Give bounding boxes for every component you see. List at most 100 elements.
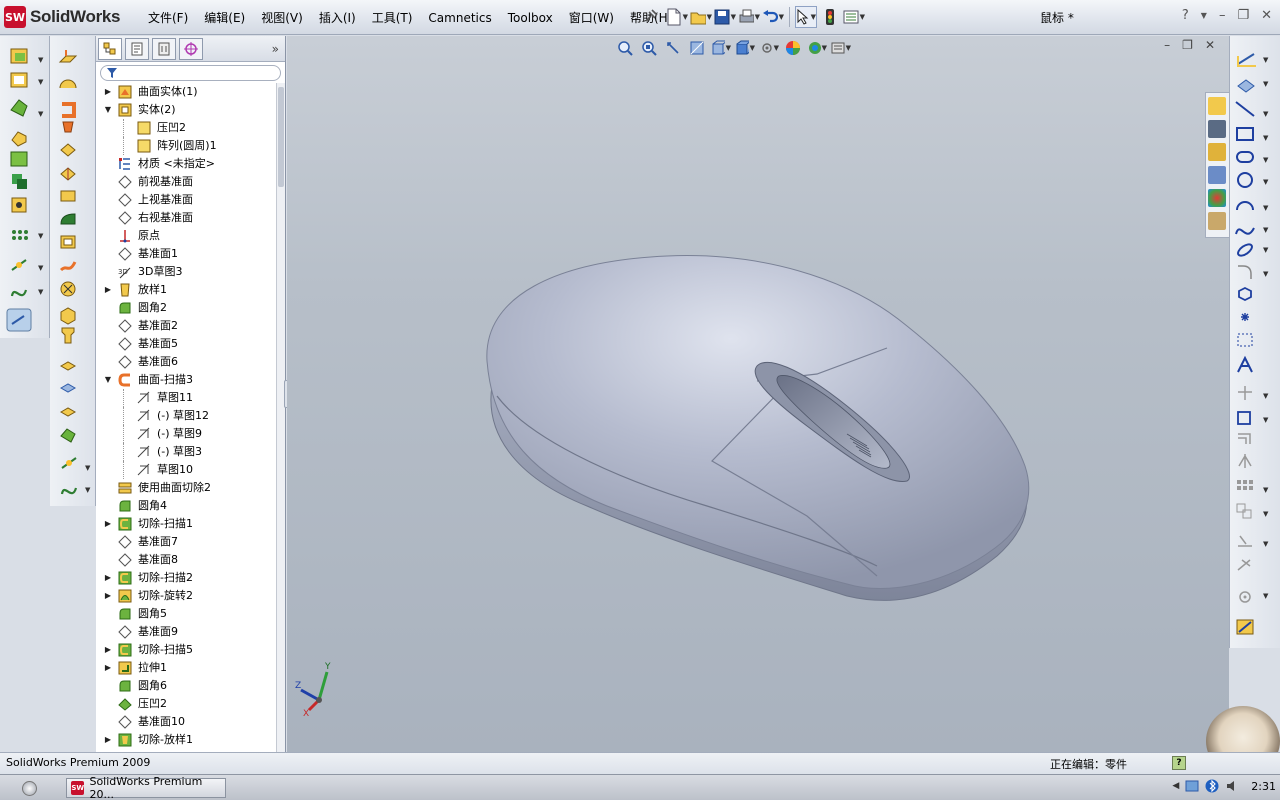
taskbar-solidworks-item[interactable]: SW SolidWorks Premium 20... [66, 775, 226, 800]
tree-item[interactable]: 基准面1 [96, 245, 276, 263]
tree-item[interactable]: 原点 [96, 227, 276, 245]
tree-item[interactable]: 压凹2 [96, 119, 276, 137]
tree-item[interactable]: 基准面9 [96, 623, 276, 641]
pin-menu-icon[interactable] [643, 8, 659, 27]
view-palette-icon[interactable] [1208, 166, 1226, 184]
mouse-model[interactable] [287, 36, 1229, 752]
start-button[interactable] [22, 781, 37, 796]
dropdown-arrow-icon[interactable]: ▼ [1263, 246, 1268, 254]
tree-item[interactable]: 材质 <未指定> [96, 155, 276, 173]
dropdown-arrow-icon[interactable]: ▼ [38, 288, 43, 296]
apply-scene-icon[interactable]: ▼ [807, 38, 827, 58]
tray-expand-icon[interactable]: ◀ [1172, 781, 1179, 791]
new-document-button[interactable]: ▼ [666, 6, 688, 28]
menu-camnetics[interactable]: Camnetics [420, 9, 499, 27]
undo-button[interactable]: ▼ [762, 6, 784, 28]
viewport-restore-button[interactable]: ❐ [1182, 38, 1193, 52]
dropdown-arrow-icon[interactable]: ▼ [38, 264, 43, 272]
expand-toggle-icon[interactable]: ▶ [103, 587, 113, 605]
dropdown-arrow-icon[interactable]: ▼ [1263, 592, 1268, 600]
tree-item[interactable]: 圆角4 [96, 497, 276, 515]
help-dropdown-icon[interactable]: ▼ [1201, 8, 1207, 24]
tree-item[interactable]: ▶ 曲面实体(1) [96, 83, 276, 101]
dropdown-arrow-icon[interactable]: ▼ [1263, 134, 1268, 142]
tree-item[interactable]: 圆角5 [96, 605, 276, 623]
menu-window[interactable]: 窗口(W) [561, 9, 622, 27]
menu-toolbox[interactable]: Toolbox [500, 9, 561, 27]
tree-item[interactable]: 使用曲面切除2 [96, 479, 276, 497]
tree-item[interactable]: 基准面10 [96, 713, 276, 731]
dropdown-arrow-icon[interactable]: ▼ [1263, 56, 1268, 64]
custom-properties-icon[interactable] [1208, 212, 1226, 230]
tree-item[interactable]: ▶ 切除-放样1 [96, 731, 276, 749]
zoom-to-area-icon[interactable] [639, 38, 659, 58]
collapse-toggle-icon[interactable]: ▼ [103, 371, 113, 389]
menu-insert[interactable]: 插入(I) [311, 9, 364, 27]
tree-item[interactable]: 右视基准面 [96, 209, 276, 227]
tree-item[interactable]: ▼ 曲面-扫描3 [96, 371, 276, 389]
expand-toggle-icon[interactable]: ▶ [103, 569, 113, 587]
tree-item[interactable]: 压凹2 [96, 695, 276, 713]
tree-item[interactable]: (-) 草图3 [96, 443, 276, 461]
tree-item[interactable]: 基准面6 [96, 353, 276, 371]
print-button[interactable]: ▼ [738, 6, 760, 28]
bluetooth-icon[interactable] [1205, 779, 1219, 793]
tab-property-manager[interactable] [125, 37, 149, 60]
tree-item[interactable]: 圆角2 [96, 299, 276, 317]
quick-tips-button[interactable]: ? [1172, 756, 1186, 770]
tree-item[interactable]: ▼ 实体(2) [96, 101, 276, 119]
dropdown-arrow-icon[interactable]: ▼ [1263, 80, 1268, 88]
resources-home-icon[interactable] [1208, 97, 1226, 115]
tree-item[interactable]: ▶ 拉伸1 [96, 659, 276, 677]
viewport-close-button[interactable]: ✕ [1205, 38, 1215, 52]
save-button[interactable]: ▼ [714, 6, 736, 28]
tree-item[interactable]: 草图10 [96, 461, 276, 479]
expand-toggle-icon[interactable]: ▶ [103, 281, 113, 299]
dropdown-arrow-icon[interactable]: ▼ [85, 464, 90, 472]
tree-item[interactable]: ▶ 切除-扫描5 [96, 641, 276, 659]
tree-item[interactable]: (-) 草图9 [96, 425, 276, 443]
tree-item[interactable]: ▶ 切除-旋转2 [96, 587, 276, 605]
menu-view[interactable]: 视图(V) [253, 9, 311, 27]
tree-item[interactable]: 草图11 [96, 389, 276, 407]
dropdown-arrow-icon[interactable]: ▼ [1263, 204, 1268, 212]
select-button[interactable]: ▼ [795, 6, 817, 28]
menu-edit[interactable]: 编辑(E) [196, 9, 253, 27]
feature-tree-filter[interactable] [100, 65, 281, 81]
dropdown-arrow-icon[interactable]: ▼ [1263, 110, 1268, 118]
scrollbar-thumb[interactable] [278, 87, 284, 187]
dropdown-arrow-icon[interactable]: ▼ [1263, 156, 1268, 164]
tree-item[interactable]: 基准面7 [96, 533, 276, 551]
dropdown-arrow-icon[interactable]: ▼ [1263, 392, 1268, 400]
restore-button[interactable]: ❐ [1237, 8, 1249, 24]
appearances-icon[interactable] [1208, 189, 1226, 207]
tree-item[interactable]: 阵列(圆周)1 [96, 137, 276, 155]
tree-item[interactable]: ▶ 切除-扫描2 [96, 569, 276, 587]
dropdown-arrow-icon[interactable]: ▼ [1263, 226, 1268, 234]
minimize-button[interactable]: – [1219, 8, 1226, 24]
view-orientation-icon[interactable]: ▼ [711, 38, 731, 58]
display-style-icon[interactable]: ▼ [735, 38, 755, 58]
collapse-toggle-icon[interactable]: ▼ [103, 101, 113, 119]
graphics-area[interactable]: ▼ ▼ ▼ ▼ ▼ – ❐ ✕ Y Z X [287, 36, 1229, 752]
tree-item[interactable]: (-) 草图12 [96, 407, 276, 425]
options-button[interactable]: ▼ [843, 6, 865, 28]
open-document-button[interactable]: ▼ [690, 6, 712, 28]
dropdown-arrow-icon[interactable]: ▼ [1263, 416, 1268, 424]
previous-view-icon[interactable] [663, 38, 683, 58]
dropdown-arrow-icon[interactable]: ▼ [1263, 540, 1268, 548]
rebuild-button[interactable] [819, 6, 841, 28]
dropdown-arrow-icon[interactable]: ▼ [85, 486, 90, 494]
hide-show-items-icon[interactable]: ▼ [759, 38, 779, 58]
tab-configuration-manager[interactable] [152, 37, 176, 60]
dropdown-arrow-icon[interactable]: ▼ [1263, 510, 1268, 518]
expand-toggle-icon[interactable]: ▶ [103, 641, 113, 659]
dropdown-arrow-icon[interactable]: ▼ [38, 232, 43, 240]
tree-item[interactable]: 前视基准面 [96, 173, 276, 191]
tab-dimxpert-manager[interactable] [179, 37, 203, 60]
expand-toggle-icon[interactable]: ▶ [103, 515, 113, 533]
close-button[interactable]: ✕ [1261, 8, 1272, 24]
tree-item[interactable]: 基准面8 [96, 551, 276, 569]
tab-feature-tree[interactable] [98, 37, 122, 60]
network-icon[interactable] [1185, 779, 1199, 793]
